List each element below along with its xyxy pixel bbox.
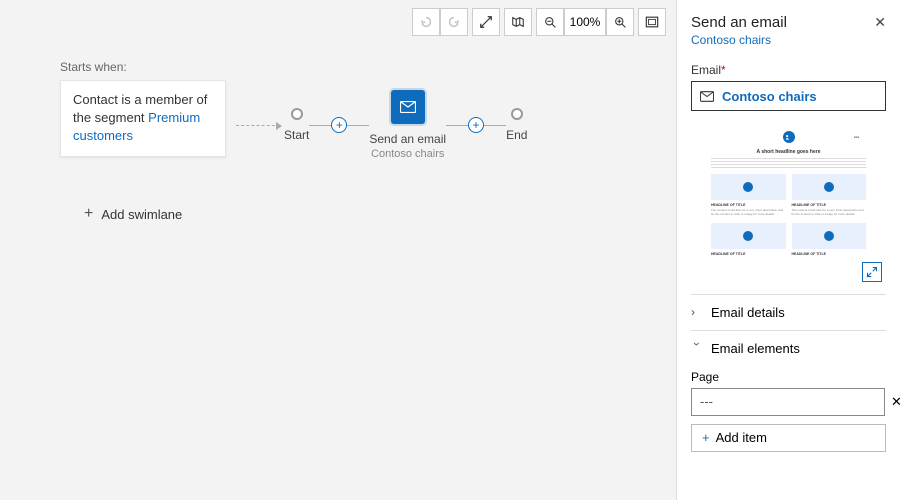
plus-icon: +	[84, 205, 93, 223]
preview-tile: HEADLINE OF TITLE The content could also…	[711, 174, 786, 217]
connector-dashed	[236, 125, 280, 126]
zoom-in-button[interactable]	[606, 8, 634, 36]
connector-line	[347, 125, 369, 126]
starts-when-label: Starts when:	[60, 60, 656, 74]
email-tile-label: Send an email	[369, 132, 446, 146]
preview-tile: HEADLINE OF TITLE	[711, 223, 786, 256]
chevron-right-icon: ›	[691, 305, 703, 319]
email-details-section-header[interactable]: › Email details	[691, 294, 886, 330]
start-node[interactable]	[291, 108, 303, 120]
page-lookup-input[interactable]	[691, 388, 885, 416]
trigger-card[interactable]: Contact is a member of the segment Premi…	[60, 80, 226, 157]
add-item-label: Add item	[716, 430, 767, 445]
flow-row: Start + Send an email Contoso chairs + E…	[236, 90, 527, 160]
email-details-label: Email details	[711, 305, 785, 320]
page-field-label: Page	[691, 370, 886, 384]
fit-view-button[interactable]	[472, 8, 500, 36]
preview-body-placeholder	[711, 158, 866, 168]
send-email-tile[interactable]	[391, 90, 425, 124]
end-label: End	[506, 128, 527, 142]
connector-line	[309, 125, 331, 126]
minimap-button[interactable]	[504, 8, 532, 36]
clear-page-button[interactable]: ✕	[891, 394, 900, 410]
preview-tile: HEADLINE OF TITLE	[792, 223, 867, 256]
email-tile-sub: Contoso chairs	[371, 148, 444, 160]
add-item-button[interactable]: + Add item	[691, 424, 886, 452]
preview-logo-icon	[783, 131, 795, 143]
email-icon	[700, 91, 714, 102]
add-swimlane-label: Add swimlane	[101, 207, 182, 222]
preview-headline: A short headline goes here	[711, 149, 866, 155]
email-elements-section-header[interactable]: › Email elements	[691, 330, 886, 366]
email-lookup-value: Contoso chairs	[722, 89, 817, 104]
expand-preview-button[interactable]	[862, 262, 882, 282]
expand-icon	[866, 266, 878, 278]
redo-button[interactable]	[440, 8, 468, 36]
journey-canvas: 100% Starts when: Contact is a member of…	[0, 0, 676, 500]
zoom-out-button[interactable]	[536, 8, 564, 36]
email-field-label: Email*	[691, 63, 886, 77]
close-panel-button[interactable]: ✕	[874, 14, 886, 31]
preview-tile: HEADLINE OF TITLE The content could also…	[792, 174, 867, 217]
start-label: Start	[284, 128, 309, 142]
email-lookup-field[interactable]: Contoso chairs	[691, 81, 886, 111]
connector-line	[446, 125, 468, 126]
end-node[interactable]	[511, 108, 523, 120]
chevron-down-icon: ›	[690, 342, 704, 354]
add-swimlane-button[interactable]: + Add swimlane	[84, 205, 182, 223]
insert-before-email-button[interactable]: +	[331, 117, 347, 133]
plus-icon: +	[702, 430, 710, 445]
panel-subtitle-link[interactable]: Contoso chairs	[691, 33, 787, 47]
email-elements-label: Email elements	[711, 341, 800, 356]
insert-after-email-button[interactable]: +	[468, 117, 484, 133]
fullscreen-button[interactable]	[638, 8, 666, 36]
properties-panel: Send an email Contoso chairs ✕ Email* Co…	[676, 0, 900, 500]
email-preview-thumbnail: ■■■ A short headline goes here HEADLINE …	[695, 123, 882, 286]
panel-title: Send an email	[691, 14, 787, 31]
connector-line	[484, 125, 506, 126]
zoom-level: 100%	[564, 8, 606, 36]
email-icon	[400, 101, 416, 113]
undo-button[interactable]	[412, 8, 440, 36]
canvas-toolbar: 100%	[412, 8, 666, 36]
